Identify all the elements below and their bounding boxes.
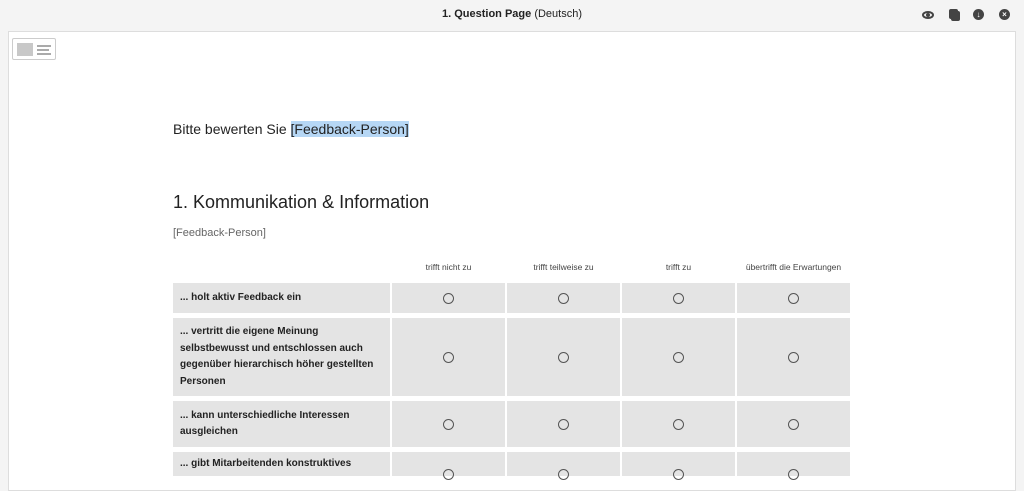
layout-line-icon [37, 49, 49, 51]
option-cell[interactable] [737, 452, 850, 480]
row-label: ... vertritt die eigene Meinung selbstbe… [173, 318, 390, 396]
intro-prefix: Bitte bewerten Sie [173, 121, 287, 137]
page-title-main: 1. Question Page [442, 8, 532, 20]
radio-button[interactable] [443, 292, 454, 304]
option-cell[interactable] [622, 452, 735, 480]
radio-button[interactable] [558, 468, 569, 480]
radio-button[interactable] [558, 351, 569, 363]
radio-button[interactable] [443, 351, 454, 363]
option-cell[interactable] [737, 318, 850, 396]
option-cell[interactable] [622, 401, 735, 447]
option-cell[interactable] [507, 283, 620, 313]
option-cell[interactable] [392, 318, 505, 396]
radio-button[interactable] [443, 418, 454, 430]
option-cell[interactable] [392, 401, 505, 447]
column-header: trifft zu [665, 262, 692, 272]
row-label: ... holt aktiv Feedback ein [173, 283, 390, 313]
option-cell[interactable] [392, 283, 505, 313]
layout-line-icon [37, 53, 51, 55]
column-header: trifft teilweise zu [533, 262, 594, 272]
matrix-row: ... holt aktiv Feedback ein [173, 283, 850, 313]
option-cell[interactable] [507, 452, 620, 480]
radio-button[interactable] [673, 418, 684, 430]
matrix-row: ... kann unterschiedliche Interessen aus… [173, 401, 850, 447]
layout-toggle-button[interactable] [12, 38, 56, 60]
page-title: 1. Question Page (Deutsch) [0, 8, 1024, 20]
radio-button[interactable] [443, 468, 454, 480]
radio-button[interactable] [788, 468, 799, 480]
layout-block-icon [17, 43, 33, 56]
matrix-row: ... gibt Mitarbeitenden konstruktives [173, 452, 850, 480]
feedback-person-placeholder[interactable]: [Feedback-Person] [290, 121, 409, 137]
intro-text: Bitte bewerten Sie [Feedback-Person] [173, 121, 409, 137]
section-subtitle: [Feedback-Person] [173, 227, 266, 239]
question-page-canvas: Bitte bewerten Sie [Feedback-Person] 1. … [8, 31, 1016, 491]
page-title-language: (Deutsch) [534, 8, 582, 20]
row-label: ... gibt Mitarbeitenden konstruktives [173, 452, 390, 476]
radio-button[interactable] [788, 418, 799, 430]
option-cell[interactable] [737, 401, 850, 447]
option-cell[interactable] [392, 452, 505, 480]
copy-icon[interactable] [949, 9, 958, 19]
radio-button[interactable] [788, 351, 799, 363]
column-header: trifft nicht zu [425, 262, 472, 272]
radio-button[interactable] [558, 418, 569, 430]
option-cell[interactable] [737, 283, 850, 313]
eye-icon[interactable] [922, 11, 934, 19]
column-header: übertrifft die Erwartungen [745, 262, 842, 272]
download-icon[interactable]: ↓ [973, 9, 984, 20]
option-cell[interactable] [622, 318, 735, 396]
radio-button[interactable] [673, 351, 684, 363]
radio-button[interactable] [673, 468, 684, 480]
matrix-row: ... vertritt die eigene Meinung selbstbe… [173, 318, 850, 396]
layout-line-icon [37, 45, 51, 47]
window-actions: ↓ × [922, 9, 1010, 20]
close-icon[interactable]: × [999, 9, 1010, 20]
top-bar: 1. Question Page (Deutsch) ↓ × [0, 0, 1024, 30]
option-cell[interactable] [507, 318, 620, 396]
radio-button[interactable] [788, 292, 799, 304]
radio-button[interactable] [673, 292, 684, 304]
row-label: ... kann unterschiedliche Interessen aus… [173, 401, 390, 447]
section-title: 1. Kommunikation & Information [173, 192, 430, 212]
radio-button[interactable] [558, 292, 569, 304]
option-cell[interactable] [622, 283, 735, 313]
option-cell[interactable] [507, 401, 620, 447]
